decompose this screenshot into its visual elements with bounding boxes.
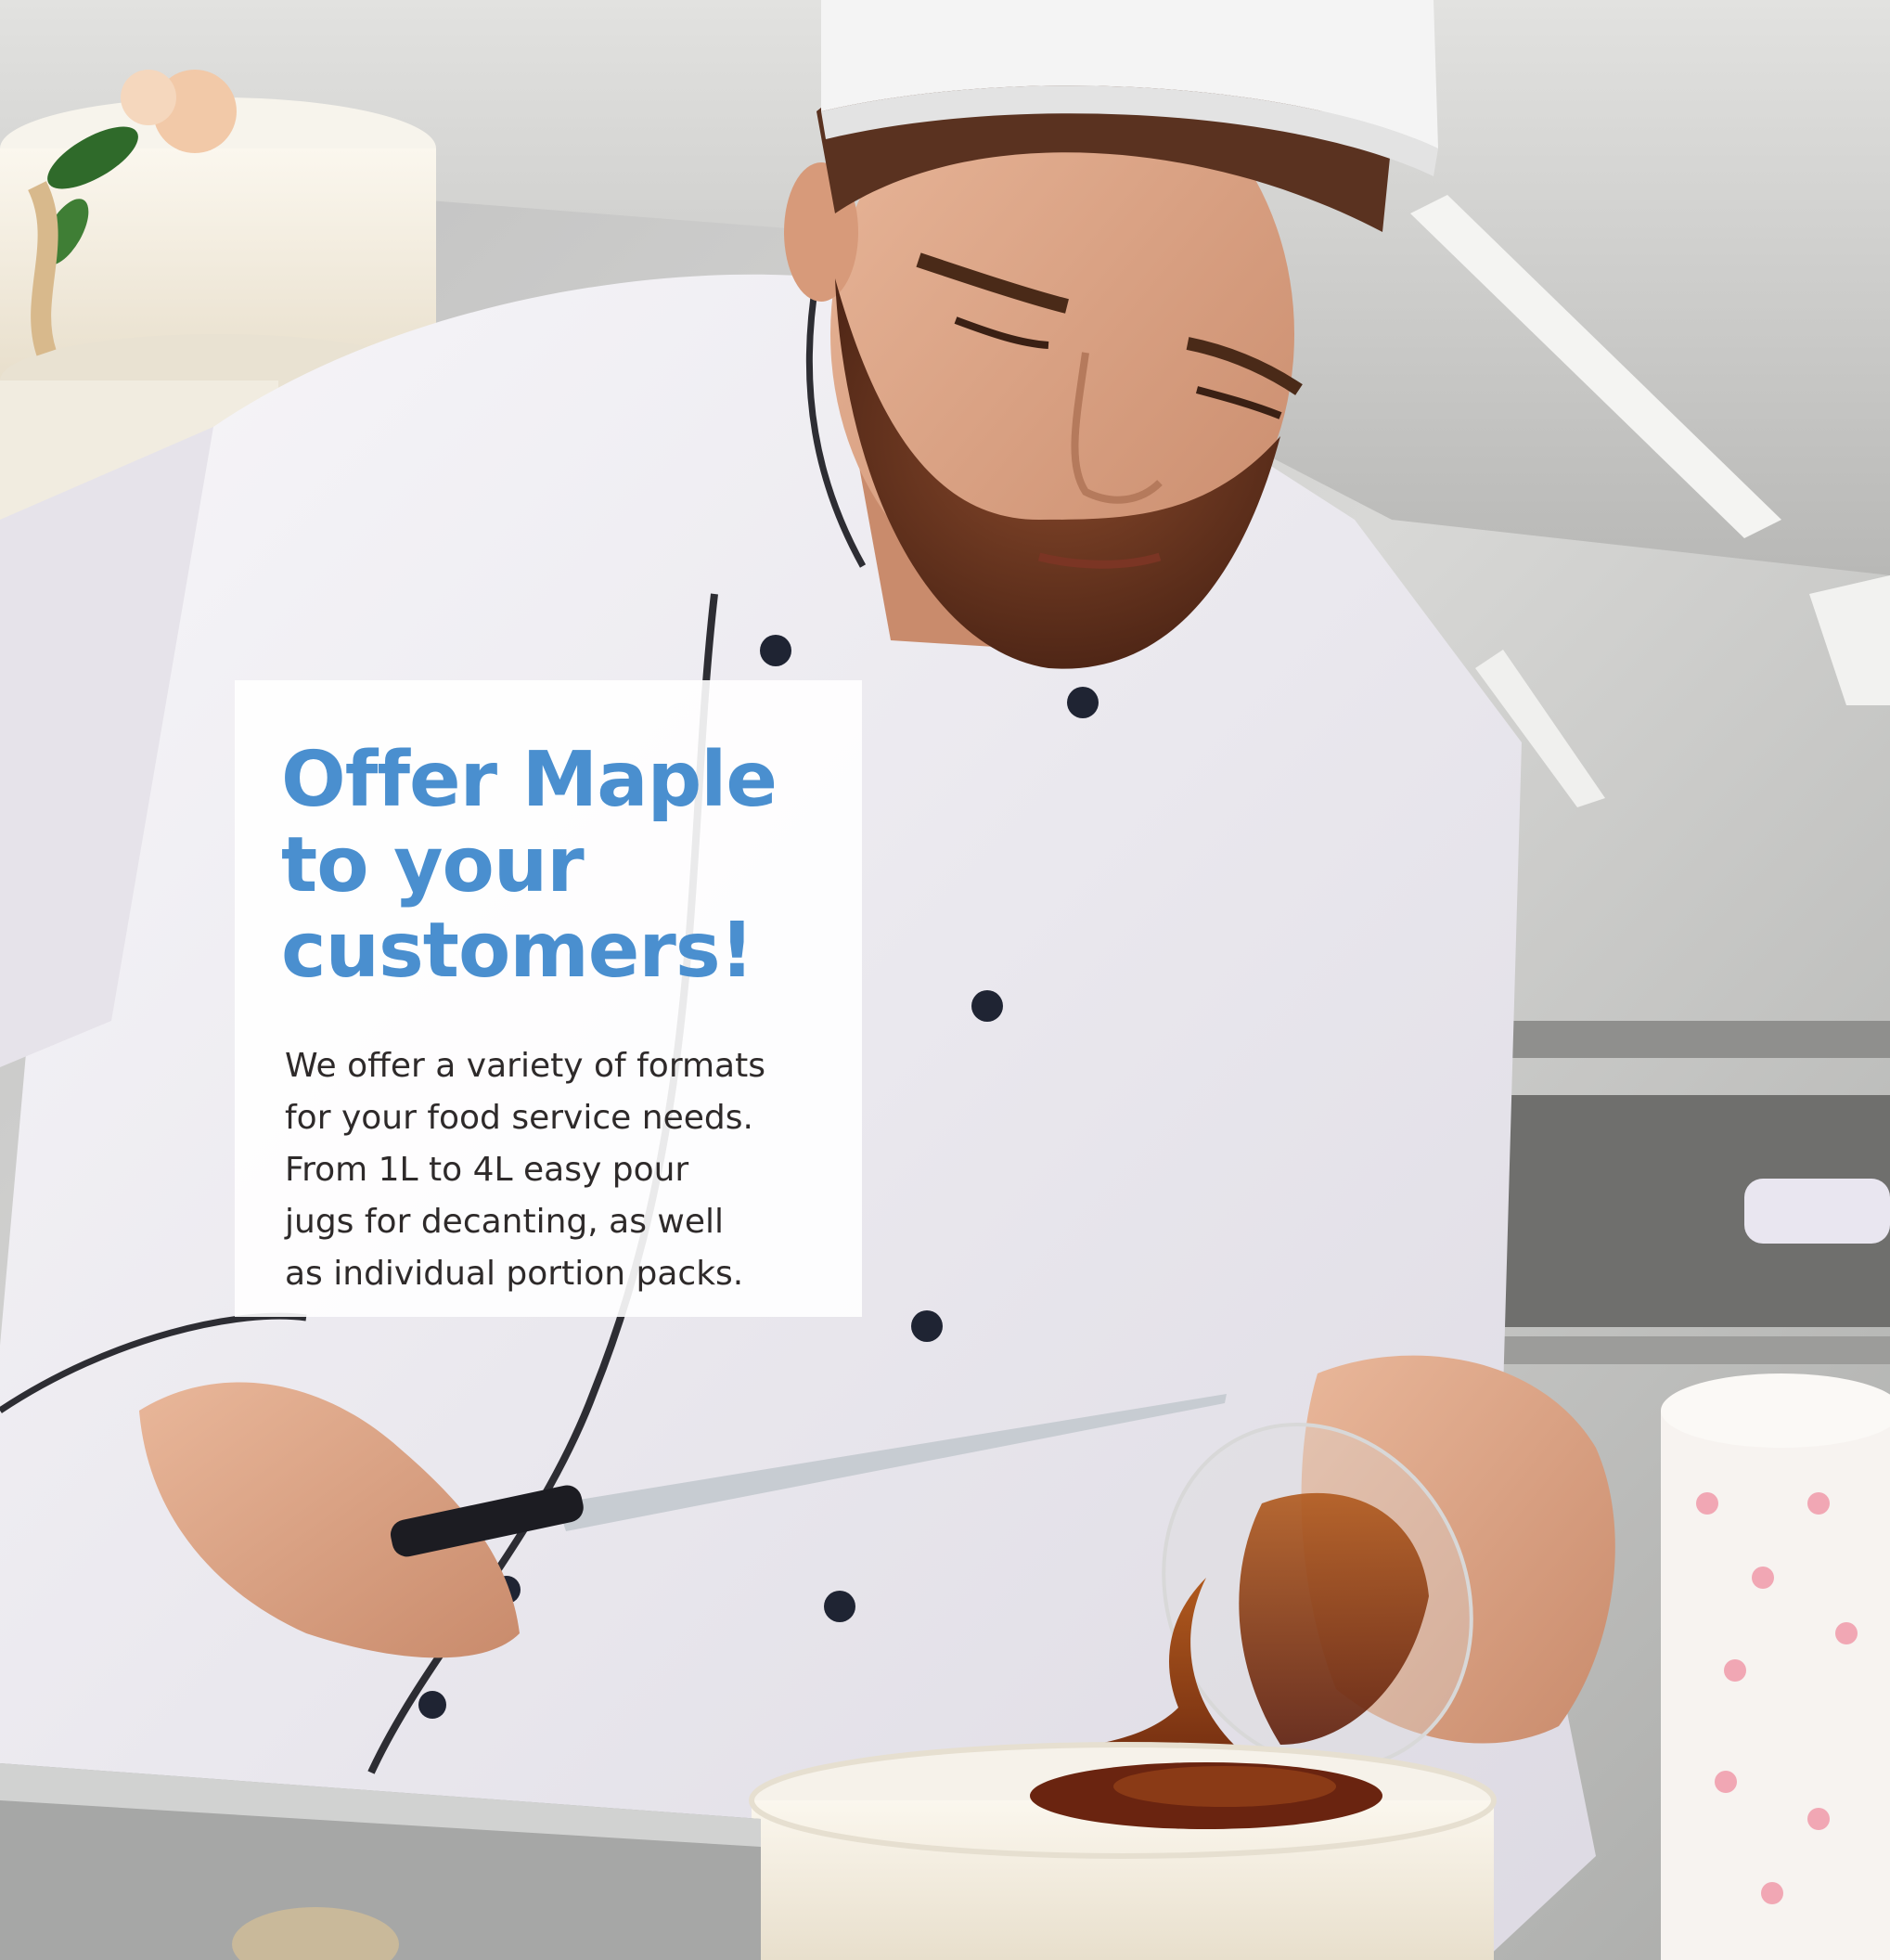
headline-line: customers! xyxy=(281,907,754,995)
chef-photo-scene: Offer Maple to your customers! We offer … xyxy=(0,0,1890,1960)
headline: Offer Maple to your customers! xyxy=(281,738,862,994)
body-line: for your food service needs. xyxy=(285,1099,753,1137)
promo-text-panel: Offer Maple to your customers! We offer … xyxy=(235,680,862,1317)
body-line: We offer a variety of formats xyxy=(285,1047,765,1085)
body-copy: We offer a variety of formats for your f… xyxy=(285,1040,862,1300)
headline-line: to your xyxy=(281,821,585,909)
body-line: From 1L to 4L easy pour xyxy=(285,1151,689,1189)
headline-line: Offer Maple xyxy=(281,736,778,824)
body-line: jugs for decanting, as well xyxy=(285,1203,725,1241)
body-line: as individual portion packs. xyxy=(285,1255,744,1293)
